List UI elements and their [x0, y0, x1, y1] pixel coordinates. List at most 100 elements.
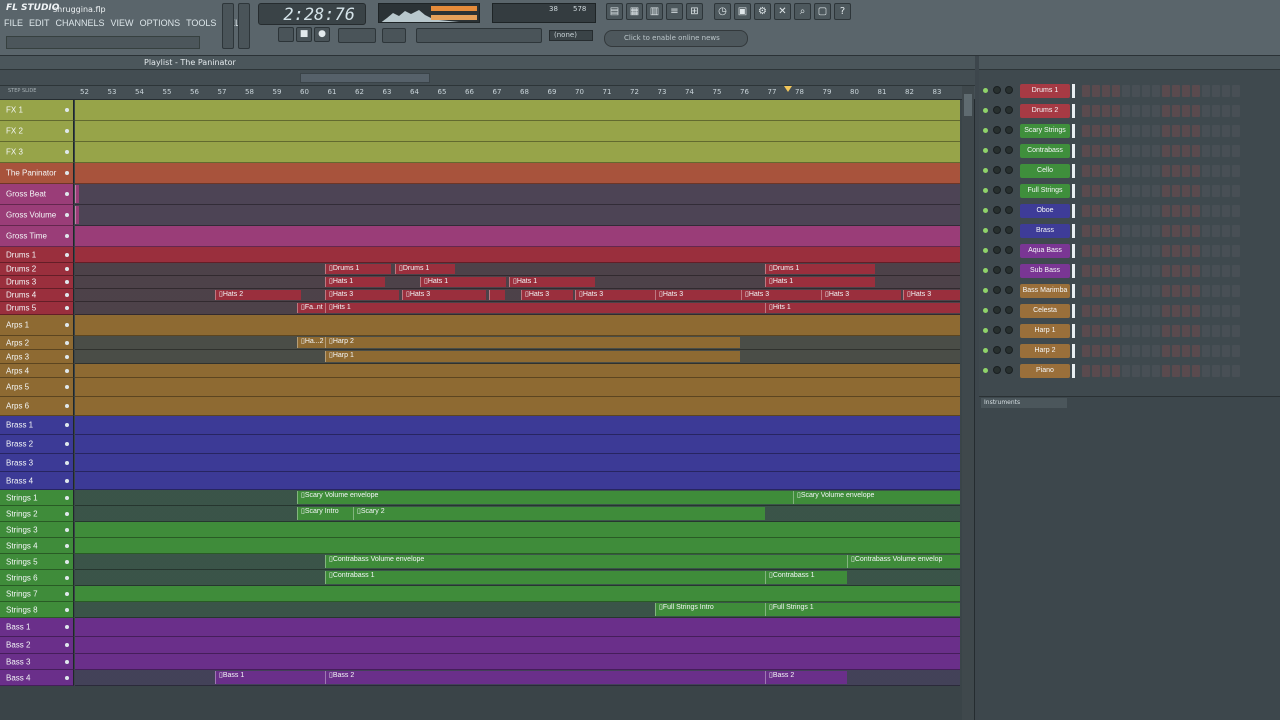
step-button[interactable] — [1192, 185, 1200, 197]
step-button[interactable] — [1182, 105, 1190, 117]
track-lane[interactable]: ▯Drums 1 ▯Drums 1 ▯Drums 1 — [75, 263, 960, 276]
step-button[interactable] — [1102, 305, 1110, 317]
step-button[interactable] — [1092, 185, 1100, 197]
step-button[interactable] — [1112, 305, 1120, 317]
step-button[interactable] — [1192, 105, 1200, 117]
track-header[interactable]: Gross Beat — [0, 184, 74, 205]
step-button[interactable] — [1092, 345, 1100, 357]
channel-knob[interactable] — [993, 166, 1001, 174]
track-lane[interactable] — [75, 416, 960, 435]
step-button[interactable] — [1172, 345, 1180, 357]
step-button[interactable] — [1212, 365, 1220, 377]
channel-knob[interactable] — [993, 106, 1001, 114]
step-button[interactable] — [1162, 265, 1170, 277]
step-button[interactable] — [1172, 145, 1180, 157]
step-button[interactable] — [1222, 165, 1230, 177]
step-button[interactable] — [1202, 225, 1210, 237]
step-button[interactable] — [1192, 85, 1200, 97]
step-button[interactable] — [1192, 165, 1200, 177]
step-button[interactable] — [1182, 125, 1190, 137]
step-button[interactable] — [1102, 225, 1110, 237]
step-button[interactable] — [1182, 145, 1190, 157]
step-button[interactable] — [1092, 85, 1100, 97]
track-lane[interactable] — [75, 378, 960, 397]
pattern-clip[interactable]: ▯Hits 1 — [765, 303, 960, 313]
pattern-clip[interactable]: ▯Hats 1 — [325, 277, 385, 287]
step-button[interactable] — [1132, 245, 1140, 257]
pattern-clip[interactable]: ▯Ha...2 — [297, 337, 325, 348]
step-button[interactable] — [1132, 345, 1140, 357]
channel-knob[interactable] — [1005, 306, 1013, 314]
channel-knob[interactable] — [1005, 166, 1013, 174]
step-button[interactable] — [1152, 105, 1160, 117]
step-button[interactable] — [1142, 125, 1150, 137]
step-button[interactable] — [1172, 265, 1180, 277]
step-button[interactable] — [1162, 205, 1170, 217]
track-enable-dot[interactable] — [65, 607, 69, 612]
step-button[interactable] — [1152, 125, 1160, 137]
step-button[interactable] — [1082, 145, 1090, 157]
menu-view[interactable]: VIEW — [111, 18, 134, 28]
step-button[interactable] — [1102, 85, 1110, 97]
step-button[interactable] — [1142, 365, 1150, 377]
pattern-clip[interactable]: ▯Hats 1 — [420, 277, 506, 287]
track-header[interactable]: Arps 5 — [0, 378, 74, 397]
track-header[interactable]: Strings 4 — [0, 538, 74, 554]
step-button[interactable] — [1092, 225, 1100, 237]
step-button[interactable] — [1182, 345, 1190, 357]
channel-name-button[interactable]: Piano — [1020, 364, 1070, 378]
step-button[interactable] — [1222, 225, 1230, 237]
step-button[interactable] — [1132, 225, 1140, 237]
channel-name-button[interactable]: Sub Bass — [1020, 264, 1070, 278]
pattern-clip[interactable]: ▯Bass 2 — [325, 671, 765, 684]
step-button[interactable] — [1162, 105, 1170, 117]
track-enable-dot[interactable] — [65, 404, 69, 408]
channel-knob[interactable] — [1005, 106, 1013, 114]
track-enable-dot[interactable] — [65, 368, 69, 373]
record-options-panel[interactable] — [416, 28, 542, 43]
step-button[interactable] — [1142, 185, 1150, 197]
track-header[interactable]: Arps 6 — [0, 397, 74, 416]
pattern-clip[interactable]: ▯Bass 1 — [215, 671, 325, 684]
step-button[interactable] — [1192, 125, 1200, 137]
track-enable-dot[interactable] — [65, 527, 69, 532]
channel-name-button[interactable]: Aqua Bass — [1020, 244, 1070, 258]
step-button[interactable] — [1232, 345, 1240, 357]
step-button[interactable] — [1212, 325, 1220, 337]
step-button[interactable] — [1222, 265, 1230, 277]
step-button[interactable] — [1112, 145, 1120, 157]
step-button[interactable] — [1082, 345, 1090, 357]
track-lane[interactable] — [75, 618, 960, 637]
step-button[interactable] — [1092, 105, 1100, 117]
step-button[interactable] — [1082, 105, 1090, 117]
step-button[interactable] — [1132, 305, 1140, 317]
pattern-clip[interactable]: ▯Contrabass Volume envelope — [325, 555, 847, 568]
step-button[interactable] — [1222, 85, 1230, 97]
track-header[interactable]: The Paninator — [0, 163, 74, 184]
step-button[interactable] — [1202, 305, 1210, 317]
step-button[interactable] — [1132, 285, 1140, 297]
step-button[interactable] — [1232, 365, 1240, 377]
step-button[interactable] — [1092, 325, 1100, 337]
step-button[interactable] — [1232, 265, 1240, 277]
channel-knob[interactable] — [1005, 126, 1013, 134]
step-button[interactable] — [1092, 125, 1100, 137]
channel-name-button[interactable]: Celesta — [1020, 304, 1070, 318]
step-button[interactable] — [1212, 345, 1220, 357]
track-lane[interactable]: ▯Hats 1 ▯Hats 1 ▯Hats 1 ▯Hats 1 — [75, 276, 960, 289]
step-button[interactable] — [1202, 245, 1210, 257]
pattern-clip[interactable]: ▯Hats 3 — [575, 290, 655, 300]
render-icon[interactable]: ▢ — [814, 3, 831, 20]
track-header[interactable]: Drums 5 — [0, 302, 74, 315]
track-header[interactable]: Brass 2 — [0, 435, 74, 454]
step-button[interactable] — [1182, 325, 1190, 337]
channel-mute-led[interactable] — [983, 208, 988, 213]
piano-roll-icon[interactable]: ▥ — [646, 3, 663, 20]
step-button[interactable] — [1202, 125, 1210, 137]
track-enable-dot[interactable] — [65, 625, 69, 629]
step-button[interactable] — [1102, 285, 1110, 297]
step-button[interactable] — [1162, 285, 1170, 297]
step-button[interactable] — [1182, 165, 1190, 177]
channel-mute-led[interactable] — [983, 108, 988, 113]
step-button[interactable] — [1142, 205, 1150, 217]
